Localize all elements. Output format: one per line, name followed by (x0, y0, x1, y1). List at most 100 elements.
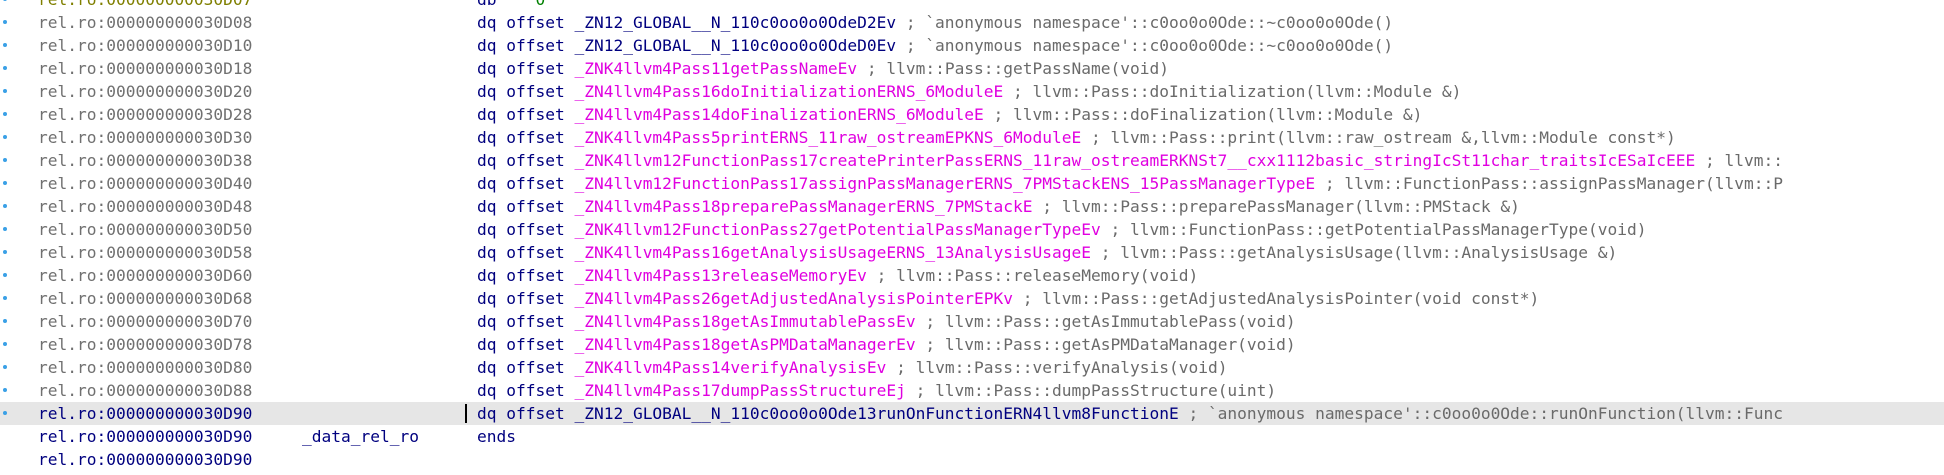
listing-line[interactable]: rel.ro:000000000030D08 dq offset _ZN12_GL… (0, 11, 1944, 34)
line-address[interactable]: rel.ro:000000000030D10 (38, 34, 252, 57)
listing-line[interactable]: rel.ro:000000000030D60 dq offset _ZN4llvm… (0, 264, 1944, 287)
line-address[interactable]: rel.ro:000000000030D60 (38, 264, 252, 287)
instruction[interactable]: dq offset _ZNK4llvm4Pass11getPassNameEv … (477, 57, 1169, 80)
instruction[interactable]: dq offset _ZN12_GLOBAL__N_110c0oo0o0OdeD… (477, 34, 1393, 57)
listing-line[interactable]: rel.ro:000000000030D28 dq offset _ZN4llvm… (0, 103, 1944, 126)
symbol-name[interactable]: _ZN12_GLOBAL__N_110c0oo0o0OdeD0Ev (574, 36, 896, 55)
flow-marker-icon (3, 273, 7, 277)
symbol-name[interactable]: _ZN12_GLOBAL__N_110c0oo0o0OdeD2Ev (574, 13, 896, 32)
listing-line[interactable]: rel.ro:000000000030D20 dq offset _ZN4llvm… (0, 80, 1944, 103)
listing-line[interactable]: rel.ro:000000000030D10 dq offset _ZN12_GL… (0, 34, 1944, 57)
line-address[interactable]: rel.ro:000000000030D40 (38, 172, 252, 195)
line-address[interactable]: rel.ro:000000000030D38 (38, 149, 252, 172)
instruction[interactable]: dq offset _ZN4llvm12FunctionPass17assign… (477, 172, 1783, 195)
instruction[interactable]: dq offset _ZN4llvm4Pass14doFinalizationE… (477, 103, 1422, 126)
instruction[interactable]: dq offset _ZN4llvm4Pass18getAsPMDataMana… (477, 333, 1296, 356)
instruction[interactable]: dq offset _ZN12_GLOBAL__N_110c0oo0o0OdeD… (477, 11, 1393, 34)
comment: ; llvm::Pass::doFinalization(llvm::Modul… (983, 105, 1423, 124)
symbol-name[interactable]: _ZNK4llvm4Pass14verifyAnalysisEv (574, 358, 886, 377)
listing-line[interactable]: rel.ro:000000000030D58 dq offset _ZNK4llv… (0, 241, 1944, 264)
listing-line[interactable]: rel.ro:000000000030D80 dq offset _ZNK4llv… (0, 356, 1944, 379)
symbol-name[interactable]: _ZNK4llvm4Pass16getAnalysisUsageERNS_13A… (574, 243, 1091, 262)
line-address[interactable]: rel.ro:000000000030D90 (38, 425, 252, 448)
flow-marker-icon (3, 365, 7, 369)
line-address[interactable]: rel.ro:000000000030D30 (38, 126, 252, 149)
instruction[interactable]: dq offset _ZN4llvm4Pass17dumpPassStructu… (477, 379, 1276, 402)
listing-line[interactable]: rel.ro:000000000030D30 dq offset _ZNK4llv… (0, 126, 1944, 149)
instruction[interactable]: dq offset _ZNK4llvm12FunctionPass17creat… (477, 149, 1783, 172)
symbol-name[interactable]: _ZN4llvm4Pass18getAsPMDataManagerEv (574, 335, 915, 354)
symbol-name[interactable]: _ZN4llvm4Pass17dumpPassStructureEj (574, 381, 905, 400)
line-address[interactable]: rel.ro:000000000030D88 (38, 379, 252, 402)
symbol-name[interactable]: _ZN12_GLOBAL__N_110c0oo0o0Ode13runOnFunc… (574, 404, 1178, 423)
line-address[interactable]: rel.ro:000000000030D78 (38, 333, 252, 356)
listing-line[interactable]: rel.ro:000000000030D48 dq offset _ZN4llvm… (0, 195, 1944, 218)
line-address[interactable]: rel.ro:000000000030D07 (38, 0, 252, 11)
symbol-name[interactable]: _ZN4llvm4Pass14doFinalizationERNS_6Modul… (574, 105, 983, 124)
mnemonic: dq offset (477, 404, 575, 423)
text-cursor (465, 404, 467, 423)
instruction[interactable]: db 0 (477, 0, 545, 11)
symbol-name[interactable]: _ZN4llvm4Pass16doInitializationERNS_6Mod… (574, 82, 1003, 101)
disassembly-listing[interactable]: rel.ro:000000000030D07db 0rel.ro:0000000… (0, 0, 1944, 475)
line-address[interactable]: rel.ro:000000000030D20 (38, 80, 252, 103)
listing-line[interactable]: rel.ro:000000000030D88 dq offset _ZN4llvm… (0, 379, 1944, 402)
instruction[interactable]: dq offset _ZN4llvm4Pass18getAsImmutableP… (477, 310, 1296, 333)
listing-line[interactable]: rel.ro:000000000030D78 dq offset _ZN4llvm… (0, 333, 1944, 356)
flow-marker-icon (3, 204, 7, 208)
line-address[interactable]: rel.ro:000000000030D80 (38, 356, 252, 379)
instruction[interactable]: dq offset _ZNK4llvm4Pass16getAnalysisUsa… (477, 241, 1617, 264)
listing-line[interactable]: rel.ro:000000000030D38 dq offset _ZNK4llv… (0, 149, 1944, 172)
instruction[interactable]: dq offset _ZNK4llvm12FunctionPass27getPo… (477, 218, 1647, 241)
segment-label[interactable]: _data_rel_ro (302, 425, 419, 448)
symbol-name[interactable]: _ZN4llvm4Pass18preparePassManagerERNS_7P… (574, 197, 1032, 216)
comment: ; llvm::Pass::verifyAnalysis(void) (886, 358, 1228, 377)
line-address[interactable]: rel.ro:000000000030D70 (38, 310, 252, 333)
symbol-name[interactable]: _ZNK4llvm12FunctionPass17createPrinterPa… (574, 151, 1695, 170)
instruction[interactable]: dq offset _ZN4llvm4Pass26getAdjustedAnal… (477, 287, 1539, 310)
line-address[interactable]: rel.ro:000000000030D50 (38, 218, 252, 241)
symbol-name[interactable]: _ZNK4llvm12FunctionPass27getPotentialPas… (574, 220, 1100, 239)
flow-marker-icon (3, 43, 7, 47)
flow-marker-icon (3, 66, 7, 70)
symbol-name[interactable]: _ZNK4llvm4Pass11getPassNameEv (574, 59, 857, 78)
mnemonic: dq offset (477, 13, 575, 32)
line-address[interactable]: rel.ro:000000000030D90 (38, 448, 252, 471)
comment: ; llvm::Pass::print(llvm::raw_ostream &,… (1081, 128, 1676, 147)
line-address[interactable]: rel.ro:000000000030D28 (38, 103, 252, 126)
instruction[interactable]: dq offset _ZN4llvm4Pass18preparePassMana… (477, 195, 1520, 218)
symbol-name[interactable]: _ZN4llvm12FunctionPass17assignPassManage… (574, 174, 1315, 193)
line-address[interactable]: rel.ro:000000000030D18 (38, 57, 252, 80)
listing-line[interactable]: rel.ro:000000000030D07 db 0 (0, 0, 1944, 11)
symbol-name[interactable]: _ZN4llvm4Pass18getAsImmutablePassEv (574, 312, 915, 331)
listing-line-current[interactable]: rel.ro:000000000030D90 dq offset _ZN12_GL… (0, 402, 1944, 425)
line-address[interactable]: rel.ro:000000000030D68 (38, 287, 252, 310)
line-address[interactable]: rel.ro:000000000030D90 (38, 402, 252, 425)
listing-line[interactable]: rel.ro:000000000030D18 dq offset _ZNK4llv… (0, 57, 1944, 80)
comment: ; `anonymous namespace'::c0oo0o0Ode::~c0… (896, 36, 1394, 55)
symbol-name[interactable]: _ZNK4llvm4Pass5printERNS_11raw_ostreamEP… (574, 128, 1081, 147)
instruction[interactable]: ends (477, 425, 516, 448)
listing-line[interactable]: rel.ro:000000000030D40 dq offset _ZN4llvm… (0, 172, 1944, 195)
instruction[interactable]: dq offset _ZN12_GLOBAL__N_110c0oo0o0Ode1… (477, 402, 1783, 425)
flow-marker-icon (3, 342, 7, 346)
line-address[interactable]: rel.ro:000000000030D58 (38, 241, 252, 264)
line-address[interactable]: rel.ro:000000000030D08 (38, 11, 252, 34)
flow-marker-icon (3, 89, 7, 93)
mnemonic: dq offset (477, 105, 575, 124)
listing-line[interactable]: rel.ro:000000000030D90 _data_rel_ro ends (0, 425, 1944, 448)
symbol-name[interactable]: _ZN4llvm4Pass13releaseMemoryEv (574, 266, 866, 285)
instruction[interactable]: dq offset _ZN4llvm4Pass16doInitializatio… (477, 80, 1461, 103)
comment: ; llvm::FunctionPass::assignPassManager(… (1315, 174, 1783, 193)
listing-line[interactable]: rel.ro:000000000030D50 dq offset _ZNK4llv… (0, 218, 1944, 241)
comment: ; `anonymous namespace'::c0oo0o0Ode::~c0… (896, 13, 1394, 32)
instruction[interactable]: dq offset _ZNK4llvm4Pass14verifyAnalysis… (477, 356, 1227, 379)
listing-line[interactable]: rel.ro:000000000030D70 dq offset _ZN4llvm… (0, 310, 1944, 333)
listing-line[interactable]: rel.ro:000000000030D68 dq offset _ZN4llvm… (0, 287, 1944, 310)
instruction[interactable]: dq offset _ZNK4llvm4Pass5printERNS_11raw… (477, 126, 1676, 149)
listing-line[interactable]: rel.ro:000000000030D90 (0, 448, 1944, 471)
comment: ; llvm::Pass::getAdjustedAnalysisPointer… (1013, 289, 1540, 308)
line-address[interactable]: rel.ro:000000000030D48 (38, 195, 252, 218)
symbol-name[interactable]: _ZN4llvm4Pass26getAdjustedAnalysisPointe… (574, 289, 1013, 308)
instruction[interactable]: dq offset _ZN4llvm4Pass13releaseMemoryEv… (477, 264, 1198, 287)
